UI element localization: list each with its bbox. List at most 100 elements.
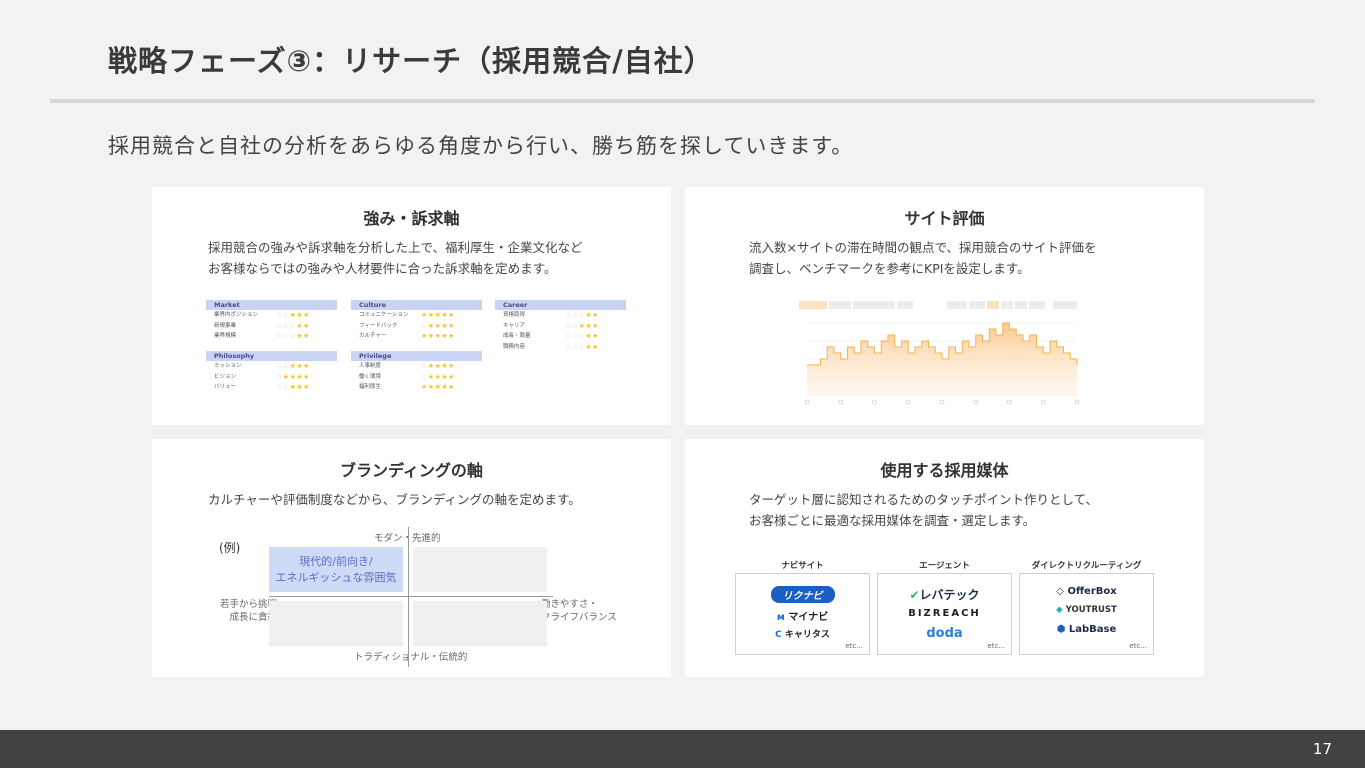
star-filled-icon: ★: [421, 332, 428, 340]
card-title: 使用する採用媒体: [880, 461, 1009, 480]
star-rating: ★★★★★: [421, 382, 455, 393]
rating-label: バリュー: [214, 384, 237, 390]
logo-youtrust: ◆ YOUTRUST: [1056, 605, 1117, 615]
logo-labbase: ⬢ LabBase: [1056, 624, 1117, 635]
star-rating: ☆★★★★: [421, 321, 455, 332]
star-empty-icon: ☆: [282, 383, 290, 391]
chart-event-marker: [973, 399, 979, 405]
vertical-axis: [408, 527, 409, 667]
rating-table-privilege: Privilege 人事制度 ☆★★★★ 働く環境 ☆★★★★ 福利厚生 ★★★★★: [351, 351, 482, 393]
media-box-navi: リクナビ ᴍ マイナビ C キャリタス etc...: [735, 573, 870, 655]
card-description: カルチャーや評価制度などから、ブランディングの軸を定めます。: [208, 492, 581, 507]
star-filled-icon: ★: [592, 342, 599, 351]
card-description: ターゲット層に認知されるためのタッチポイント作りとして、 お客様ごとに最適な採用…: [749, 492, 1099, 528]
star-rating: ☆☆☆★★: [565, 342, 599, 353]
logo-offerbox: ◇ OfferBox: [1056, 586, 1117, 597]
rating-row: 業界内ポジション ☆☆★★★: [206, 310, 337, 321]
site-traffic-chart: [797, 293, 1097, 411]
rating-row: コミュニケーション ★★★★★: [351, 310, 482, 321]
star-rating: ☆☆★★★: [276, 382, 310, 393]
star-empty-icon: ☆: [276, 372, 283, 381]
rating-label: 資格取得: [503, 312, 526, 318]
star-empty-icon: ☆: [565, 342, 572, 351]
media-column-header-direct: ダイレクトリクルーティング: [1031, 561, 1142, 571]
horizontal-axis: [269, 596, 553, 597]
star-empty-icon: ☆: [421, 321, 428, 330]
axis-label-bottom: トラディショナル・伝統的: [354, 652, 468, 663]
etc-label: etc...: [987, 642, 1005, 650]
star-rating: ☆☆☆★★: [276, 331, 310, 342]
star-empty-icon: ☆: [565, 311, 572, 319]
chart-event-marker: [1074, 399, 1080, 405]
logo-rikunabi: リクナビ: [736, 586, 869, 603]
star-empty-icon: ☆: [421, 362, 428, 370]
star-filled-icon: ★: [448, 321, 455, 330]
star-empty-icon: ☆: [282, 311, 290, 319]
logo-mynavi: ᴍ マイナビ: [776, 612, 829, 623]
rating-table-culture: Culture コミュニケーション ★★★★★ フィードバック ☆★★★★ カルチャー ★★…: [351, 300, 482, 342]
etc-label: etc...: [1129, 642, 1147, 650]
quadrant-top-right: [413, 547, 547, 592]
rating-row: 成長・裁量 ☆☆☆★★: [495, 331, 626, 342]
quadrant-bottom-right: [413, 601, 547, 646]
star-filled-icon: ★: [303, 383, 310, 391]
star-filled-icon: ★: [421, 383, 428, 391]
chart-event-marker: [1040, 399, 1046, 405]
rating-table-header: Market: [206, 300, 337, 310]
slide-title: 戦略フェーズ③：リサーチ（採用競合/自社）: [108, 44, 714, 78]
rating-table-header: Culture: [351, 300, 482, 310]
star-empty-icon: ☆: [276, 311, 283, 319]
star-filled-icon: ★: [427, 332, 435, 340]
star-filled-icon: ★: [592, 321, 599, 330]
media-column-header-agent: エージェント: [919, 561, 970, 571]
example-label: (例): [219, 541, 241, 555]
star-filled-icon: ★: [303, 372, 310, 381]
star-empty-icon: ☆: [571, 321, 579, 330]
rating-label: キャリア: [503, 322, 526, 329]
chart-event-marker: [872, 399, 877, 405]
rating-row: バリュー ☆☆★★★: [206, 382, 337, 393]
star-filled-icon: ★: [427, 321, 435, 330]
slide-subtitle: 採用競合と自社の分析をあらゆる角度から行い、勝ち筋を探していきます。: [108, 134, 854, 158]
star-filled-icon: ★: [448, 332, 455, 340]
card-site-evaluation: サイト評価 流入数×サイトの滞在時間の観点で、採用競合のサイト評価を 調査し、ベ…: [685, 187, 1204, 425]
star-empty-icon: ☆: [282, 362, 290, 370]
star-rating: ☆☆★★★: [565, 321, 599, 332]
card-strengths: 強み・訴求軸 採用競合の強みや訴求軸を分析した上で、福利厚生・企業文化など お客…: [152, 187, 671, 425]
rating-label: 業界内ポジション: [214, 312, 259, 318]
rating-table-market: Market 業界内ポジション ☆☆★★★ 新規事業 ☆☆☆★★ 業界規模 ☆☆☆★★: [206, 300, 337, 342]
card-description: 採用競合の強みや訴求軸を分析した上で、福利厚生・企業文化など お客様ならではの強…: [208, 240, 583, 276]
rating-row: 福利厚生 ★★★★★: [351, 382, 482, 393]
media-box-direct: ◇ OfferBox ◆ YOUTRUST ⬢ LabBase etc...: [1019, 573, 1154, 655]
rating-label: 業界規模: [214, 333, 237, 339]
rating-table-career: Career 資格取得 ☆☆☆★★ キャリア ☆☆★★★ 成長・裁量 ☆☆☆★★ 職務内容 ☆☆…: [495, 300, 626, 352]
card-recruiting-media: 使用する採用媒体 ターゲット層に認知されるためのタッチポイント作りとして、 お客…: [685, 439, 1204, 677]
chart-event-marker: [838, 399, 844, 405]
star-filled-icon: ★: [303, 321, 310, 330]
rating-label: 新規事業: [214, 322, 237, 329]
star-filled-icon: ★: [303, 332, 310, 340]
rating-label: 福利厚生: [359, 384, 382, 390]
rating-row: ビジョン ☆★★★★: [206, 372, 337, 383]
star-filled-icon: ★: [427, 362, 435, 370]
star-rating: ☆☆★★★: [276, 310, 310, 321]
star-filled-icon: ★: [427, 372, 435, 381]
star-empty-icon: ☆: [282, 321, 290, 330]
rating-label: フィードバック: [359, 322, 398, 329]
star-rating: ☆☆★★★: [276, 361, 310, 372]
rating-label: 働く環境: [359, 373, 382, 380]
rating-label: 成長・裁量: [503, 333, 531, 339]
star-filled-icon: ★: [592, 311, 599, 319]
card-title: 強み・訴求軸: [363, 209, 460, 228]
star-empty-icon: ☆: [276, 383, 283, 391]
rating-label: コミュニケーション: [359, 312, 409, 318]
logo-levtech: ✔レバテック: [909, 588, 980, 602]
star-rating: ★★★★★: [421, 310, 455, 321]
chart-event-marker: [804, 399, 810, 405]
rating-row: ミッション ☆☆★★★: [206, 361, 337, 372]
star-rating: ☆★★★★: [421, 361, 455, 372]
star-rating: ☆☆☆★★: [565, 310, 599, 321]
star-filled-icon: ★: [282, 372, 290, 381]
star-filled-icon: ★: [427, 383, 435, 391]
star-filled-icon: ★: [303, 362, 310, 370]
